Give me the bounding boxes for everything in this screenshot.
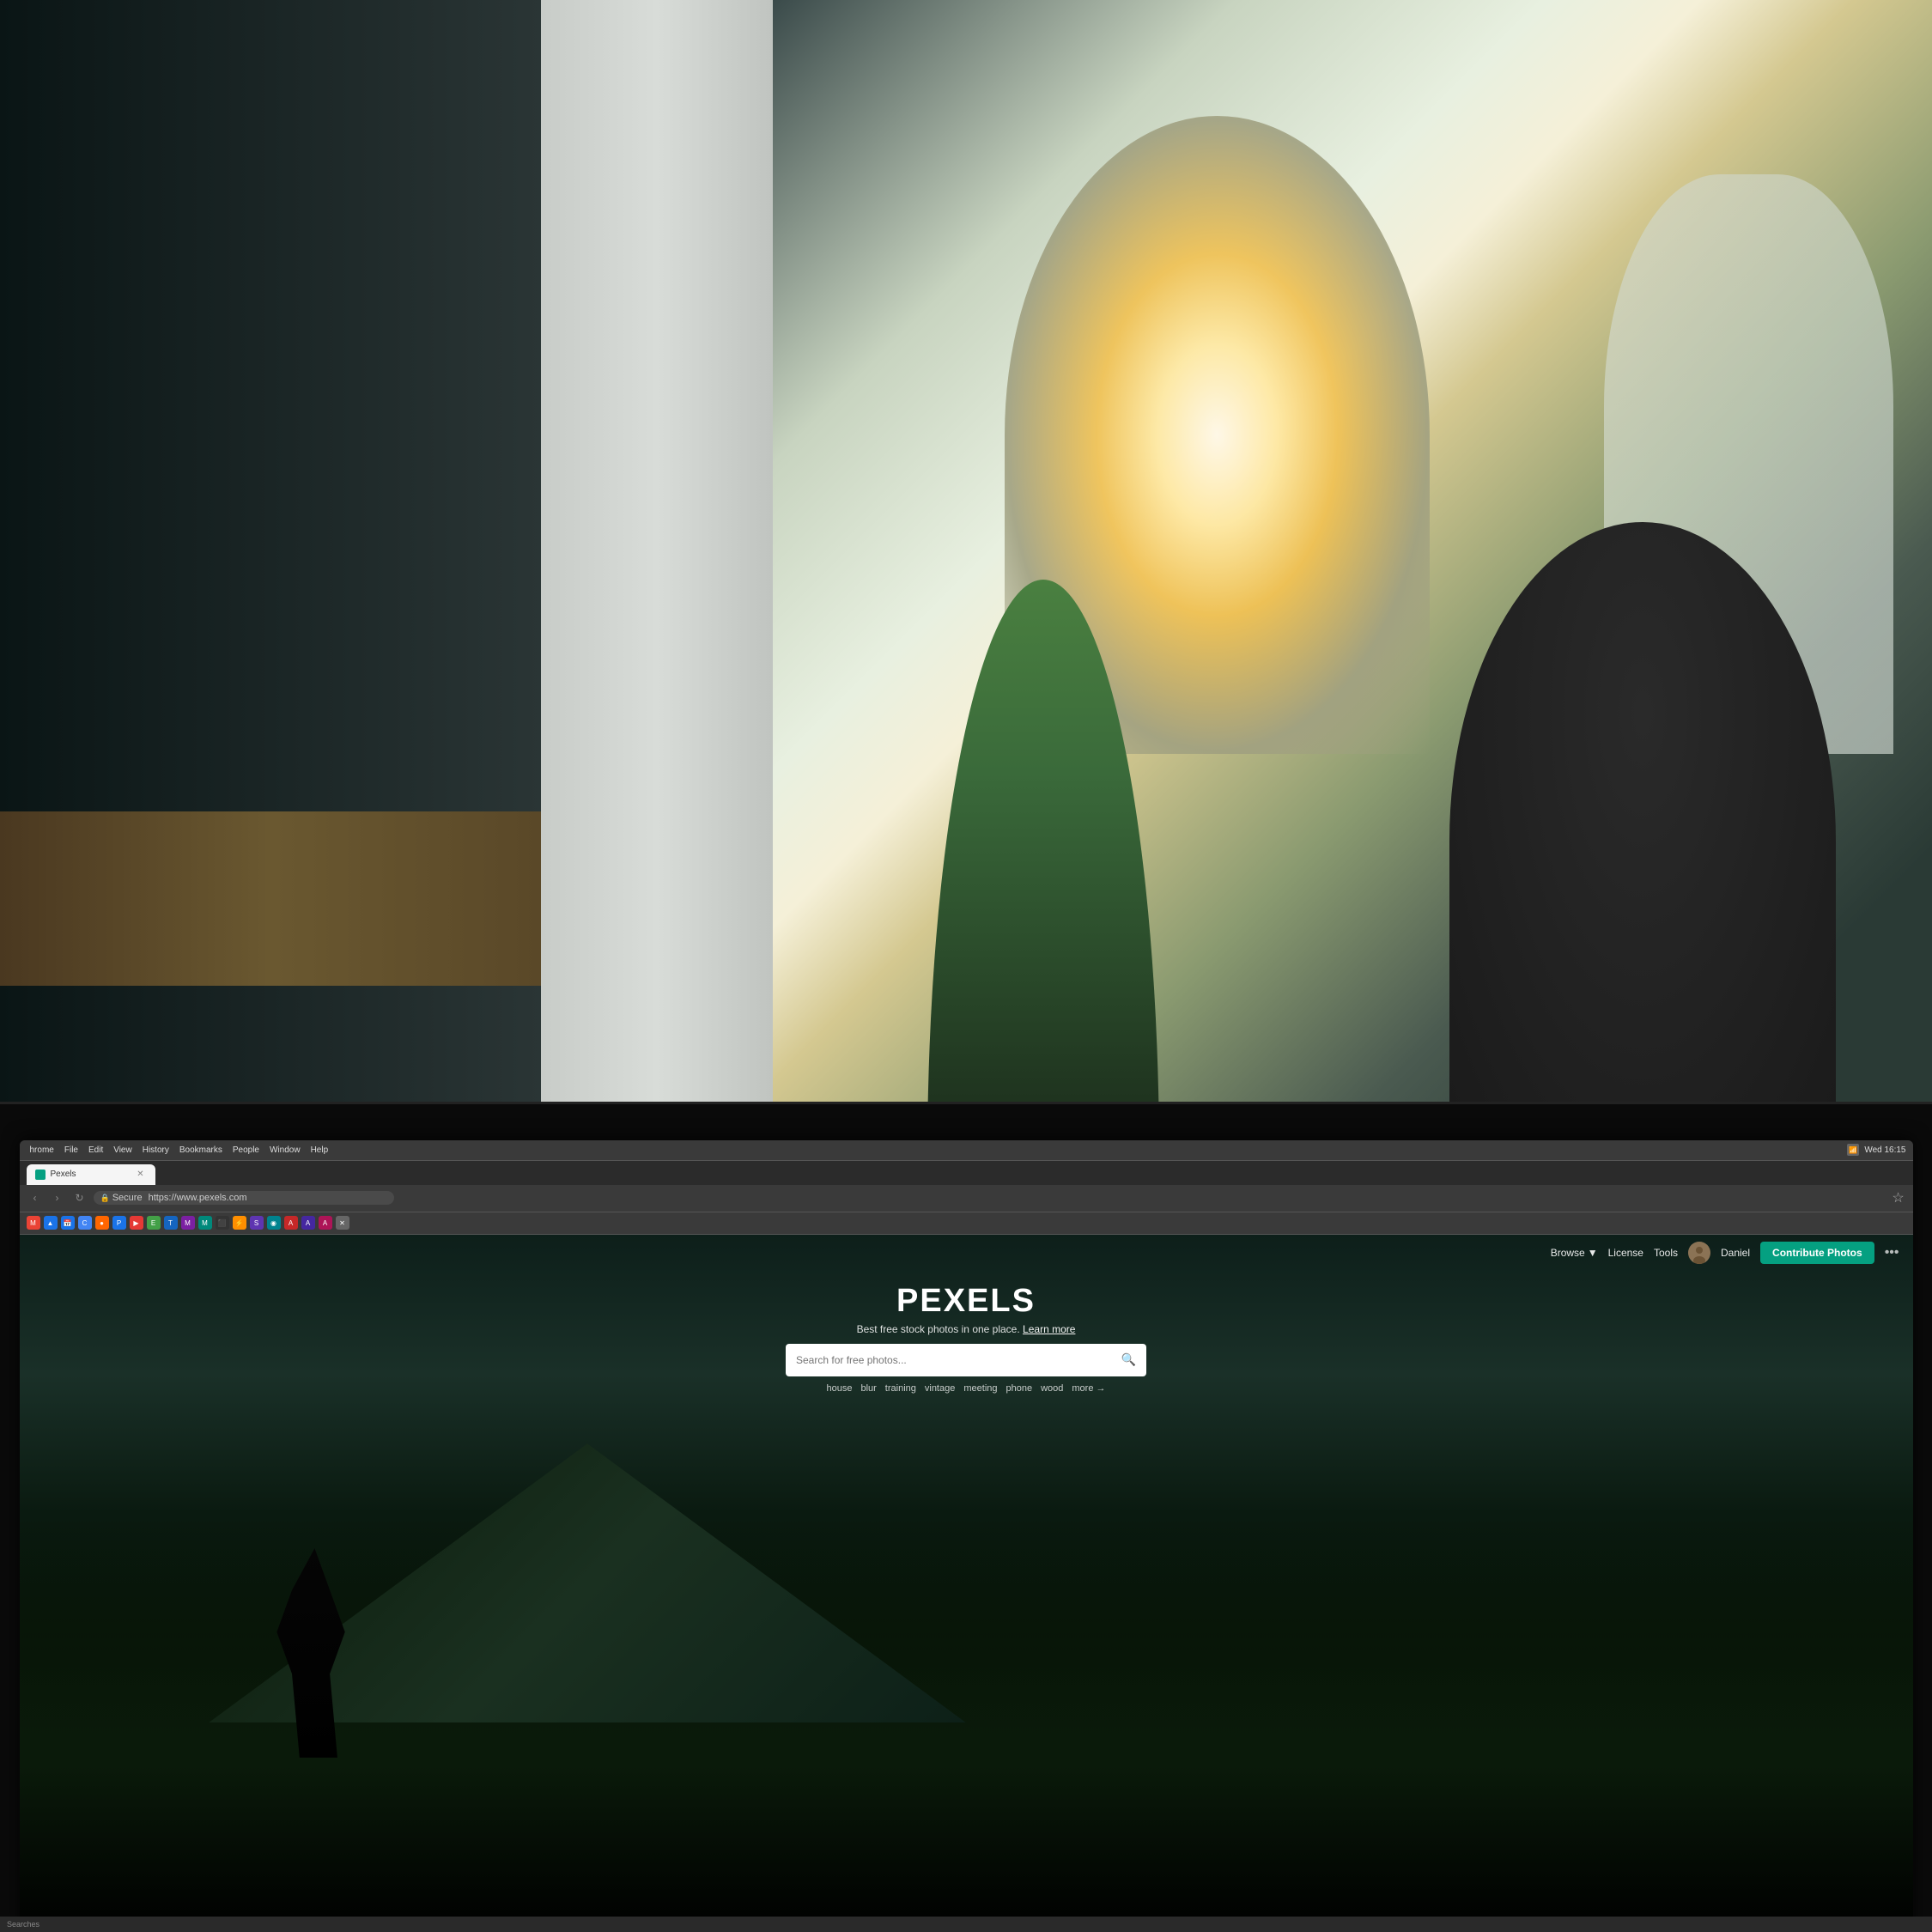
user-name-label: Daniel [1721,1247,1750,1259]
os-menu-right: 📶 Wed 16:15 [1847,1144,1905,1156]
ext-gmail[interactable]: M [27,1216,40,1230]
tools-nav-link[interactable]: Tools [1654,1247,1678,1259]
address-bar: ‹ › ↻ 🔒 Secure https://www.pexels.com ☆ [20,1185,1913,1212]
tag-vintage[interactable]: vintage [925,1383,955,1394]
active-tab[interactable]: Pexels ✕ [27,1164,155,1185]
tag-house[interactable]: house [826,1383,852,1394]
ext-9[interactable]: ⬛ [216,1216,229,1230]
menu-view[interactable]: View [110,1145,136,1156]
lock-icon: 🔒 [100,1194,110,1203]
ext-13[interactable]: A [284,1216,298,1230]
more-options-button[interactable]: ••• [1885,1245,1899,1261]
ext-1[interactable]: C [78,1216,92,1230]
bookmark-icon[interactable]: ☆ [1891,1190,1906,1206]
pexels-tagline: Best free stock photos in one place. Lea… [857,1323,1076,1335]
url-text: https://www.pexels.com [149,1193,247,1203]
ext-drive[interactable]: ▲ [44,1216,58,1230]
menu-window[interactable]: Window [266,1145,304,1156]
pexels-website: Browse ▼ License Tools Daniel Contribute… [20,1235,1913,1932]
tag-phone[interactable]: phone [1006,1383,1033,1394]
pexels-hero: PEXELS Best free stock photos in one pla… [20,1276,1913,1400]
tag-training[interactable]: training [885,1383,916,1394]
ext-close[interactable]: ✕ [336,1216,349,1230]
bg-desk [0,811,541,986]
browser-window: hrome File Edit View History Bookmarks P… [20,1140,1913,1932]
learn-more-link[interactable]: Learn more [1023,1323,1075,1335]
ext-8[interactable]: M [198,1216,212,1230]
browse-nav-link[interactable]: Browse ▼ [1551,1247,1598,1259]
ext-5[interactable]: E [147,1216,161,1230]
tag-meeting[interactable]: meeting [963,1383,997,1394]
extensions-row: M ▲ 📅 C ● P ▶ E T M M ⬛ ⚡ S ◉ A A A ✕ [20,1212,1913,1235]
bg-column [541,0,773,1159]
tag-wood[interactable]: wood [1041,1383,1063,1394]
menu-history[interactable]: History [139,1145,173,1156]
menu-help[interactable]: Help [307,1145,332,1156]
forward-button[interactable]: › [49,1189,66,1206]
menu-bookmarks[interactable]: Bookmarks [176,1145,226,1156]
os-menu-bar: hrome File Edit View History Bookmarks P… [20,1140,1913,1161]
wifi-icon: 📶 [1847,1144,1859,1156]
ext-14[interactable]: A [301,1216,315,1230]
bg-dark-section [0,0,541,1159]
tab-favicon [35,1170,46,1180]
ext-2[interactable]: ● [95,1216,109,1230]
search-icon: 🔍 [1121,1352,1136,1367]
reload-button[interactable]: ↻ [71,1189,88,1206]
menu-file[interactable]: File [61,1145,82,1156]
ext-7[interactable]: M [181,1216,195,1230]
contribute-photos-button[interactable]: Contribute Photos [1760,1242,1874,1264]
background-photo [0,0,1932,1159]
ext-10[interactable]: ⚡ [233,1216,246,1230]
ext-11[interactable]: S [250,1216,264,1230]
pexels-logo: PEXELS [896,1283,1036,1320]
back-button[interactable]: ‹ [27,1189,44,1206]
tab-close-button[interactable]: ✕ [135,1169,147,1181]
search-input[interactable] [796,1354,1121,1366]
tab-bar: Pexels ✕ [20,1161,1913,1185]
url-bar[interactable]: 🔒 Secure https://www.pexels.com [94,1191,394,1205]
search-container[interactable]: 🔍 [786,1344,1146,1376]
taskbar: Searches [0,1917,1932,1932]
tag-blur[interactable]: blur [860,1383,876,1394]
tab-title: Pexels [51,1170,130,1179]
user-avatar[interactable] [1688,1242,1710,1264]
ext-12[interactable]: ◉ [267,1216,281,1230]
ext-cal[interactable]: 📅 [61,1216,75,1230]
bg-chair [1449,522,1836,1160]
ext-4[interactable]: ▶ [130,1216,143,1230]
ext-6[interactable]: T [164,1216,178,1230]
browser-toolbar-icons: ☆ [1891,1190,1906,1206]
menu-people[interactable]: People [229,1145,263,1156]
ext-15[interactable]: A [319,1216,332,1230]
menu-chrome[interactable]: hrome [27,1145,58,1156]
ext-3[interactable]: P [112,1216,126,1230]
os-menu-left: hrome File Edit View History Bookmarks P… [27,1145,1843,1156]
menu-edit[interactable]: Edit [85,1145,106,1156]
license-nav-link[interactable]: License [1608,1247,1643,1259]
search-tags: house blur training vintage meeting phon… [826,1383,1105,1394]
os-time: Wed 16:15 [1864,1145,1905,1155]
protocol-text: Secure [112,1193,143,1203]
pexels-nav-right: Browse ▼ License Tools Daniel Contribute… [1551,1242,1899,1264]
pexels-nav: Browse ▼ License Tools Daniel Contribute… [20,1235,1913,1271]
more-tags-link[interactable]: more → [1072,1383,1105,1394]
taskbar-left-text: Searches [7,1920,39,1929]
